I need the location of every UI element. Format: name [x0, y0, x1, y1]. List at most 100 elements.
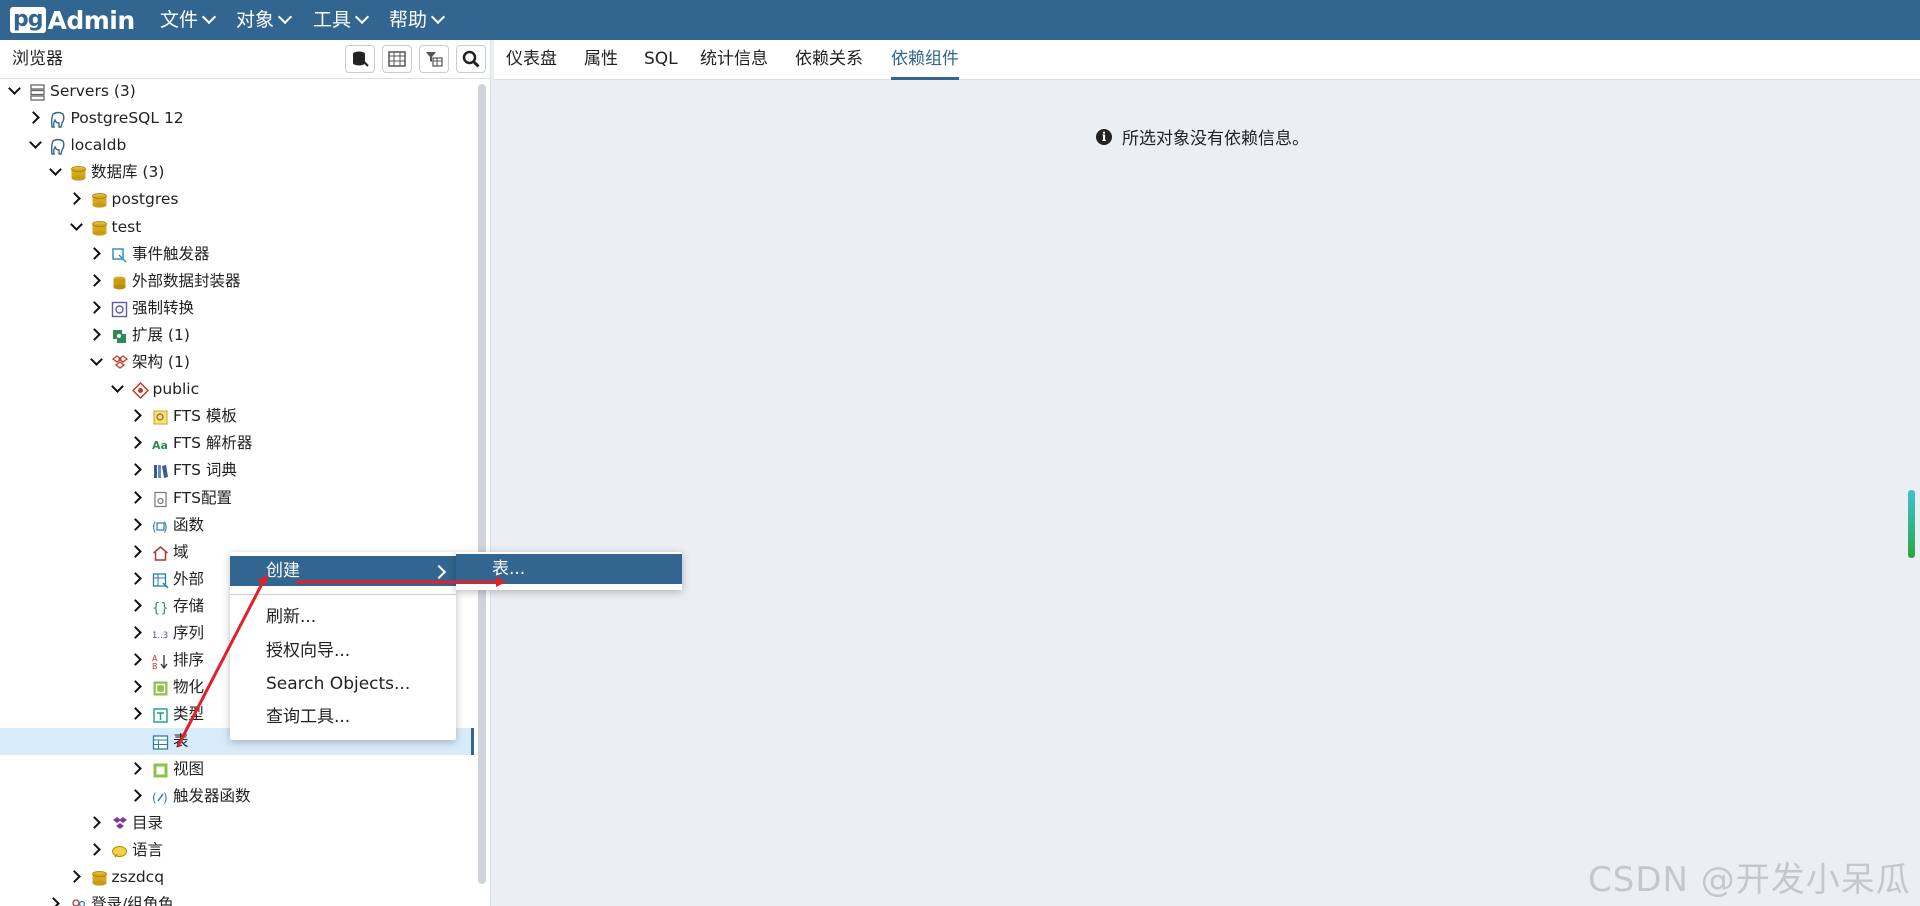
menu-tools[interactable]: 工具 [313, 0, 370, 40]
tree-node[interactable]: localdb [0, 132, 474, 159]
tree-node[interactable]: Aa FTS 解析器 [0, 430, 474, 457]
chevron-right-icon[interactable] [26, 111, 40, 124]
fts-template-icon [152, 408, 169, 425]
chevron-right-icon[interactable] [88, 300, 101, 314]
tree-node[interactable]: 架构 (1) [0, 349, 474, 376]
tree-node[interactable]: postgres [0, 186, 474, 213]
menu-object[interactable]: 对象 [236, 0, 293, 40]
tab-dependents[interactable]: 依赖组件 [891, 40, 959, 80]
tree-node-label: 登录/组角色 [91, 895, 174, 906]
tree-node[interactable]: () 触发器函数 [0, 783, 474, 810]
chevron-right-icon[interactable] [129, 517, 142, 531]
tree-node[interactable]: 语言 [0, 837, 474, 864]
chevron-right-icon[interactable] [129, 788, 142, 802]
tree-node[interactable]: 外部数据封装器 [0, 268, 474, 295]
chevron-right-icon[interactable] [88, 273, 101, 287]
menu-item-grant-wizard-label: 授权向导... [266, 641, 351, 661]
tree-node[interactable]: 数据库 (3) [0, 159, 474, 186]
chevron-right-icon[interactable] [129, 707, 142, 721]
chevron-right-icon[interactable] [129, 463, 142, 477]
tree-scrollbar[interactable] [478, 84, 486, 884]
menu-item-grant-wizard[interactable]: 授权向导... [230, 636, 456, 666]
chevron-right-icon[interactable] [88, 815, 101, 829]
tree-node-label: 表 [173, 732, 189, 751]
menu-item-refresh[interactable]: 刷新... [230, 602, 456, 632]
chevron-right-icon[interactable] [129, 626, 142, 639]
chevron-down-icon[interactable] [49, 163, 62, 177]
chevron-right-icon[interactable] [129, 436, 142, 450]
chevron-right-icon[interactable] [129, 490, 142, 504]
chevron-right-icon[interactable] [88, 246, 101, 260]
info-message-text: 所选对象没有依赖信息。 [1122, 129, 1309, 149]
tree-node[interactable]: 视图 [0, 756, 474, 783]
query-tool-button[interactable] [345, 45, 375, 73]
chevron-right-icon[interactable] [129, 571, 142, 585]
tree-node-label: PostgreSQL 12 [70, 109, 184, 128]
tree-node[interactable]: 事件触发器 [0, 241, 474, 268]
tab-dependencies[interactable]: 依赖关系 [795, 40, 863, 77]
chevron-down-icon[interactable] [28, 136, 42, 150]
submenu-item-table[interactable]: 表... [456, 554, 682, 584]
browser-header: 浏览器 [0, 40, 490, 79]
tree-node[interactable]: public [0, 376, 474, 403]
svg-text:Aa: Aa [152, 439, 168, 452]
chevron-right-icon[interactable] [129, 544, 142, 558]
tab-statistics[interactable]: 统计信息 [700, 40, 768, 77]
tree-node[interactable]: zszdcq [0, 864, 474, 891]
chevron-down-icon[interactable] [110, 380, 124, 393]
tree-node[interactable]: 登录/组角色 [0, 891, 474, 906]
chevron-right-icon[interactable] [88, 842, 101, 856]
tree-node[interactable]: () 函数 [0, 512, 474, 539]
database-icon [91, 219, 108, 236]
tree-node[interactable]: 强制转换 [0, 295, 474, 322]
chevron-right-icon[interactable] [129, 680, 142, 694]
svg-text:(: ( [152, 791, 157, 805]
menu-item-query-tool-label: 查询工具... [266, 707, 351, 727]
chevron-down-icon [430, 9, 446, 25]
catalog-icon [111, 815, 128, 832]
right-scroll-indicator[interactable] [1908, 490, 1915, 558]
chevron-down-icon[interactable] [90, 353, 103, 366]
tree-node-label: 外部 [173, 569, 205, 588]
chevron-right-icon[interactable] [129, 409, 142, 423]
tab-properties[interactable]: 属性 [584, 40, 618, 77]
search-objects-button[interactable] [456, 45, 486, 73]
menu-file[interactable]: 文件 [160, 0, 217, 40]
chevron-right-icon[interactable] [67, 192, 81, 206]
extension-icon [111, 327, 128, 344]
tab-sql[interactable]: SQL [644, 40, 678, 77]
tree-node-label: 存储 [173, 596, 205, 615]
chevron-right-icon[interactable] [129, 653, 142, 666]
tree-node[interactable]: 目录 [0, 810, 474, 837]
tree-node[interactable]: FTS 词典 [0, 457, 474, 484]
object-tree[interactable]: Servers (3) PostgreSQL 12 localdb 数据库 (3) po… [0, 79, 474, 906]
chevron-down-icon[interactable] [8, 82, 21, 95]
chevron-right-icon[interactable] [47, 897, 60, 906]
menu-item-search-objects[interactable]: Search Objects... [230, 669, 456, 699]
view-data-button[interactable] [382, 45, 412, 73]
chevron-right-icon[interactable] [129, 761, 142, 775]
materialized-view-icon [152, 679, 169, 696]
tab-dashboard[interactable]: 仪表盘 [506, 40, 557, 77]
menu-item-search-objects-label: Search Objects... [266, 674, 411, 694]
chevron-right-icon[interactable] [129, 599, 142, 612]
tree-node[interactable]: PostgreSQL 12 [0, 105, 474, 132]
tree-node[interactable]: FTS 模板 [0, 403, 474, 430]
tree-node[interactable]: FTS配置 [0, 485, 474, 512]
language-icon [111, 842, 128, 859]
filtered-rows-button[interactable] [419, 45, 449, 73]
menu-tools-label: 工具 [313, 9, 352, 31]
tree-node[interactable]: 扩展 (1) [0, 322, 474, 349]
logo-pg: pg [10, 7, 46, 33]
tree-node[interactable]: test [0, 214, 474, 241]
tree-node-label: zszdcq [111, 867, 165, 886]
tree-node[interactable]: Servers (3) [0, 79, 474, 105]
menu-help[interactable]: 帮助 [389, 0, 446, 40]
chevron-right-icon[interactable] [88, 328, 101, 341]
menu-item-query-tool[interactable]: 查询工具... [230, 702, 456, 732]
menu-item-create[interactable]: 创建 [230, 556, 456, 586]
chevron-down-icon[interactable] [69, 217, 83, 231]
main-content: i 所选对象没有依赖信息。 [494, 80, 1920, 906]
chevron-right-icon[interactable] [67, 870, 81, 883]
pgadmin-logo[interactable]: pg Admin [10, 4, 135, 36]
